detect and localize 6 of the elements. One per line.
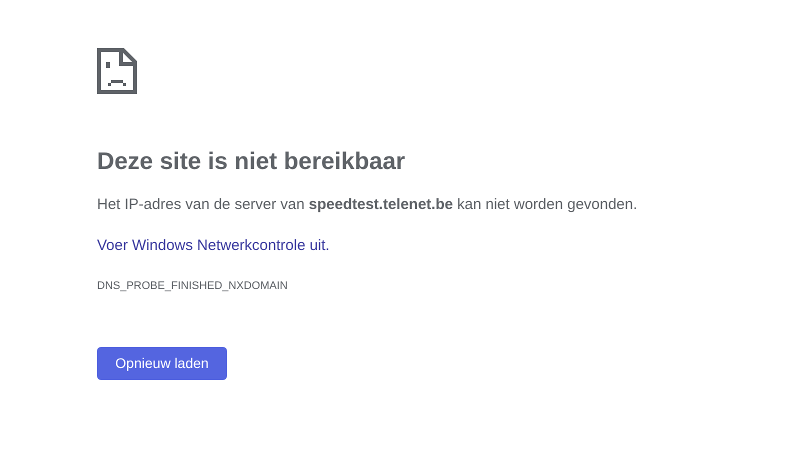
reload-button[interactable]: Opnieuw laden (97, 347, 227, 380)
network-diagnostics-link[interactable]: Voer Windows Netwerkcontrole uit. (97, 236, 330, 256)
sad-page-icon (97, 48, 137, 94)
error-code: DNS_PROBE_FINISHED_NXDOMAIN (97, 279, 289, 293)
error-message: Het IP-adres van de server van speedtest.telenet.be kan niet worden gevonden. (97, 195, 638, 215)
error-title: Deze site is niet bereikbaar (97, 147, 406, 177)
